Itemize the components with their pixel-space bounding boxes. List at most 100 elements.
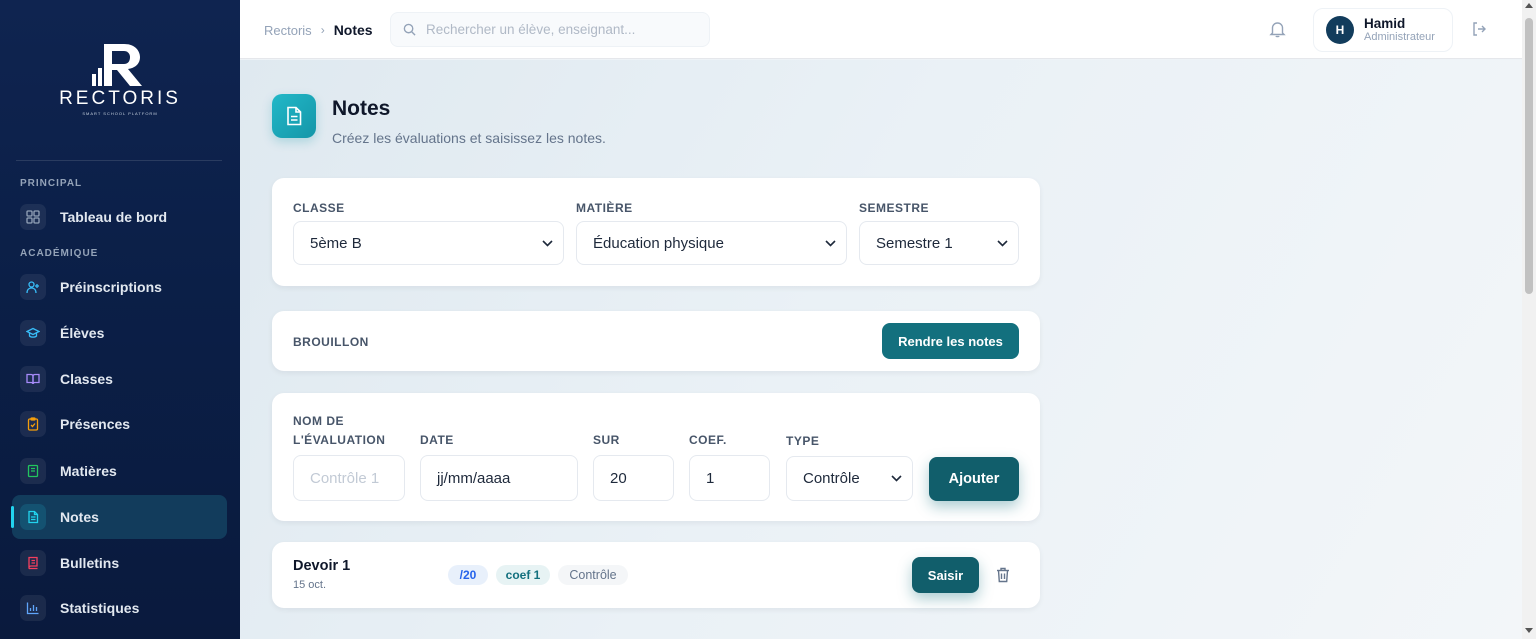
- status-badge: BROUILLON: [293, 335, 369, 349]
- chevron-right-icon: ›: [320, 23, 325, 37]
- page-title: Notes: [332, 97, 391, 120]
- eval-name-label-line1: NOM DE: [293, 414, 344, 428]
- scroll-thumb[interactable]: [1525, 18, 1533, 294]
- logo-text: RECTORIS: [59, 88, 181, 109]
- classe-label: CLASSE: [293, 201, 345, 215]
- section-principal: PRINCIPAL: [20, 178, 83, 189]
- sur-value: 20: [610, 469, 627, 487]
- semestre-select[interactable]: Semestre 1: [859, 221, 1019, 265]
- sidebar: RECTORIS SMART SCHOOL PLATFORM PRINCIPAL…: [0, 0, 240, 639]
- book-open-icon: [20, 366, 46, 392]
- sidebar-item-label: Préinscriptions: [60, 279, 162, 295]
- book-icon: [20, 458, 46, 484]
- evaluation-coef-badge: coef 1: [496, 565, 550, 585]
- semestre-value: Semestre 1: [876, 234, 953, 252]
- page-subtitle: Créez les évaluations et saisissez les n…: [332, 130, 606, 146]
- clipboard-check-icon: [20, 411, 46, 437]
- sidebar-item-label: Matières: [60, 463, 117, 479]
- type-label: TYPE: [786, 434, 820, 448]
- app-logo[interactable]: RECTORIS SMART SCHOOL PLATFORM: [0, 38, 240, 122]
- sidebar-item-notes[interactable]: Notes: [11, 495, 227, 539]
- file-text-icon: [20, 504, 46, 530]
- main-content: Notes Créez les évaluations et saisissez…: [240, 60, 1522, 639]
- sur-field[interactable]: 20: [593, 455, 674, 501]
- chevron-down-icon: [542, 239, 553, 247]
- eval-name-label-line2: L'ÉVALUATION: [293, 432, 386, 447]
- search-input[interactable]: [426, 22, 696, 37]
- section-academique: ACADÉMIQUE: [20, 248, 99, 259]
- avatar: H: [1326, 16, 1354, 44]
- sidebar-item-classes[interactable]: Classes: [12, 357, 227, 401]
- sidebar-item-label: Bulletins: [60, 555, 120, 571]
- user-menu[interactable]: H Hamid Administrateur: [1313, 8, 1453, 52]
- graduation-cap-icon: [20, 320, 46, 346]
- chevron-down-icon: [825, 239, 836, 247]
- logo-tagline: SMART SCHOOL PLATFORM: [82, 111, 158, 116]
- user-name: Hamid: [1364, 15, 1406, 31]
- search-icon: [403, 23, 416, 36]
- breadcrumb: Rectoris › Notes: [264, 22, 373, 38]
- coef-value: 1: [706, 469, 715, 487]
- matiere-value: Éducation physique: [593, 234, 724, 252]
- filters-card: CLASSE 5ème B MATIÈRE Éducation physique…: [272, 178, 1040, 286]
- sidebar-item-bulletins[interactable]: Bulletins: [12, 541, 227, 585]
- coef-field[interactable]: 1: [689, 455, 770, 501]
- saisir-button[interactable]: Saisir: [912, 557, 979, 593]
- eval-name-field[interactable]: [293, 455, 405, 501]
- sur-label: SUR: [593, 433, 620, 447]
- bell-icon[interactable]: [1269, 20, 1286, 43]
- bar-chart-icon: [20, 595, 46, 621]
- eval-name-label: NOM DE L'ÉVALUATION: [293, 412, 385, 449]
- rectoris-logo-icon: [92, 44, 142, 86]
- matiere-select[interactable]: Éducation physique: [576, 221, 847, 265]
- breadcrumb-current: Notes: [333, 22, 373, 38]
- sidebar-item-matieres[interactable]: Matières: [12, 449, 227, 493]
- status-card: BROUILLON Rendre les notes: [272, 311, 1040, 371]
- scroll-up-arrow-icon[interactable]: [1525, 3, 1533, 8]
- evaluation-sur-badge: /20: [448, 565, 488, 585]
- sidebar-item-tableau-de-bord[interactable]: Tableau de bord: [12, 195, 227, 239]
- evaluation-type-badge: Contrôle: [558, 565, 628, 585]
- matiere-label: MATIÈRE: [576, 201, 633, 215]
- user-info: Hamid Administrateur: [1364, 16, 1435, 44]
- trash-icon[interactable]: [996, 567, 1010, 588]
- notes-page-icon: [272, 94, 316, 138]
- sidebar-item-label: Présences: [60, 416, 131, 432]
- sidebar-item-statistiques[interactable]: Statistiques: [12, 586, 227, 630]
- chevron-down-icon: [891, 475, 902, 482]
- page-scrollbar[interactable]: [1522, 0, 1536, 639]
- evaluation-row: Devoir 1 15 oct. /20 coef 1 Contrôle Sai…: [272, 542, 1040, 608]
- semestre-label: SEMESTRE: [859, 201, 930, 215]
- sidebar-divider: [16, 160, 222, 161]
- topbar: Rectoris › Notes H Hamid Administrateur: [240, 0, 1522, 59]
- sidebar-item-preinscriptions[interactable]: Préinscriptions: [12, 265, 227, 309]
- search-box[interactable]: [390, 12, 710, 47]
- evaluation-name: Devoir 1: [293, 558, 351, 574]
- sidebar-item-label: Notes: [60, 509, 99, 525]
- sidebar-item-presences[interactable]: Présences: [12, 402, 227, 446]
- sidebar-item-label: Tableau de bord: [60, 209, 168, 225]
- report-icon: [20, 550, 46, 576]
- new-evaluation-card: NOM DE L'ÉVALUATION DATE jj/mm/aaaa SUR …: [272, 393, 1040, 521]
- date-label: DATE: [420, 433, 454, 447]
- sidebar-item-label: Élèves: [60, 325, 105, 341]
- scroll-down-arrow-icon[interactable]: [1525, 628, 1533, 633]
- classe-value: 5ème B: [310, 234, 362, 252]
- sidebar-item-label: Statistiques: [60, 600, 140, 616]
- sidebar-item-eleves[interactable]: Élèves: [12, 311, 227, 355]
- sidebar-item-label: Classes: [60, 371, 113, 387]
- chevron-down-icon: [997, 239, 1008, 247]
- classe-select[interactable]: 5ème B: [293, 221, 564, 265]
- breadcrumb-root[interactable]: Rectoris: [264, 23, 312, 38]
- dashboard-icon: [20, 204, 46, 230]
- coef-label: COEF.: [689, 433, 727, 447]
- type-value: Contrôle: [803, 470, 860, 487]
- add-evaluation-button[interactable]: Ajouter: [929, 457, 1019, 501]
- logout-icon[interactable]: [1471, 21, 1487, 42]
- rendre-notes-button[interactable]: Rendre les notes: [882, 323, 1019, 359]
- date-field[interactable]: jj/mm/aaaa: [420, 455, 578, 501]
- eval-name-input[interactable]: [310, 469, 398, 487]
- type-select[interactable]: Contrôle: [786, 456, 913, 501]
- evaluation-date: 15 oct.: [293, 579, 327, 591]
- user-role: Administrateur: [1364, 31, 1435, 44]
